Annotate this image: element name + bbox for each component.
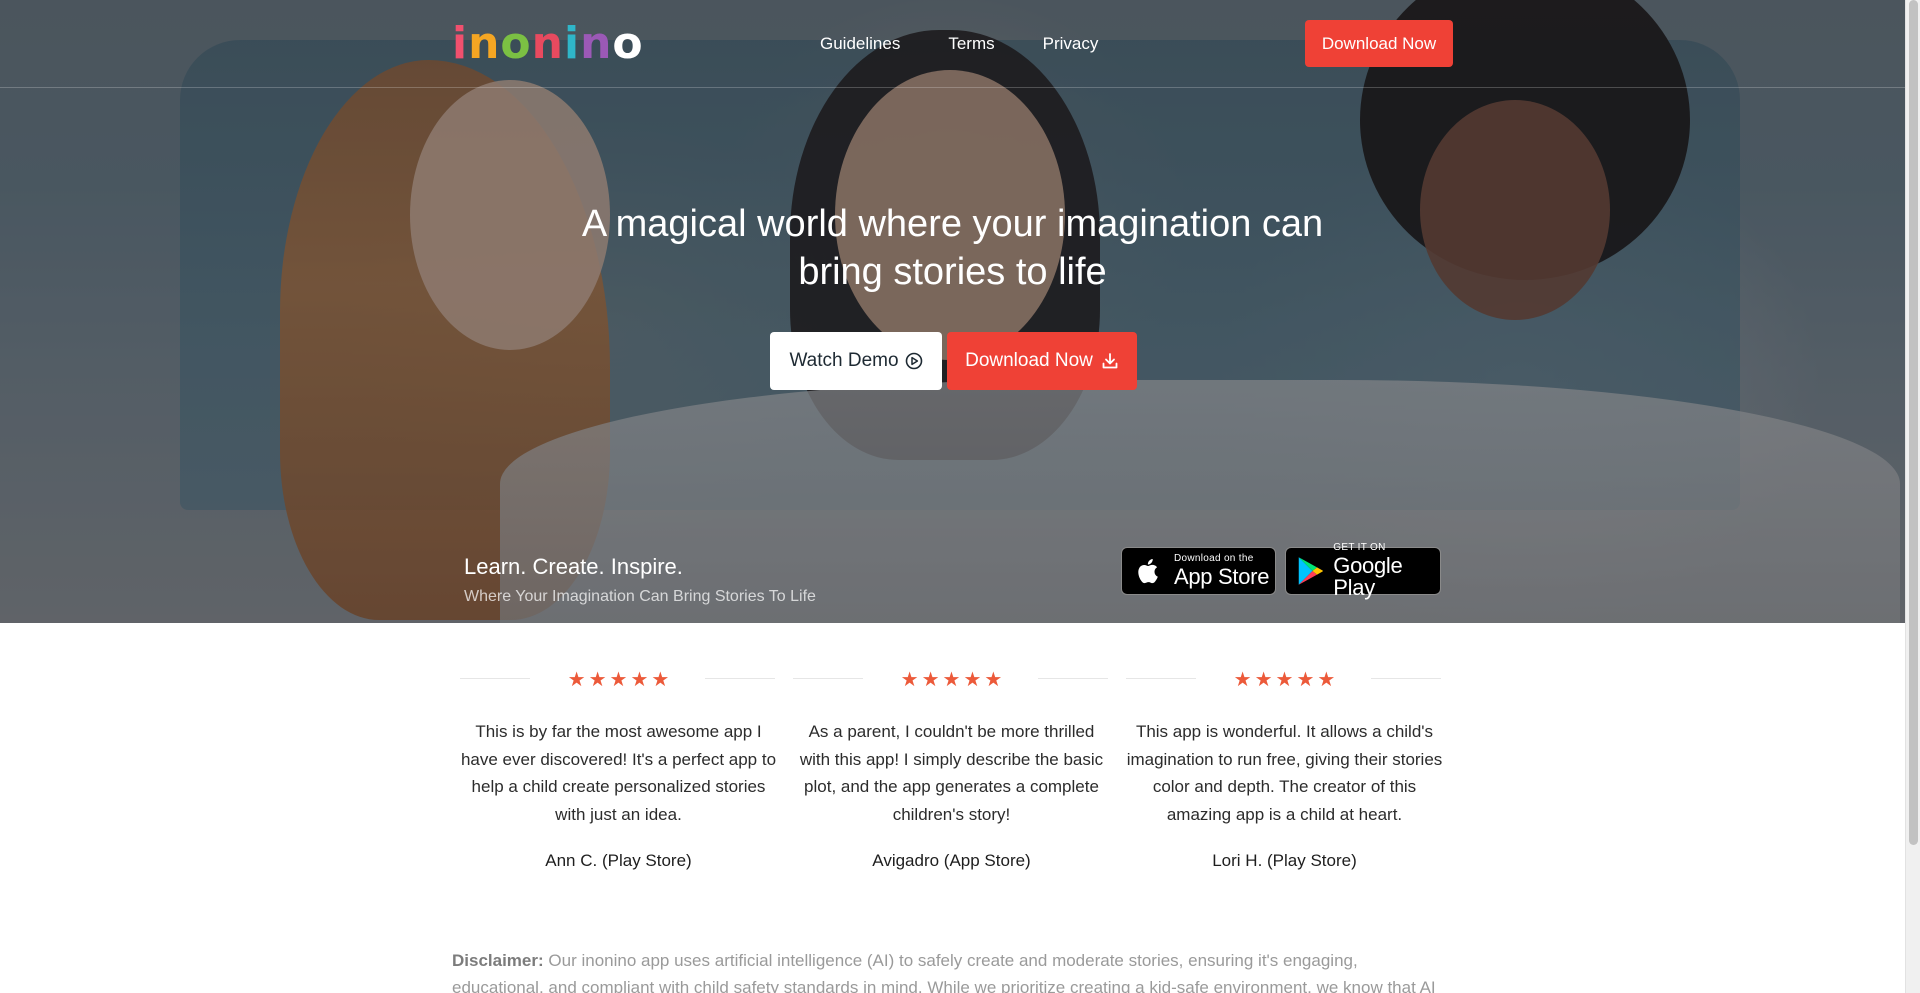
app-store-badge-small: Download on the	[1174, 553, 1254, 564]
logo-letter: i	[452, 18, 469, 69]
logo-letter: o	[500, 18, 532, 69]
disclaimer: Disclaimer: Our inonino app uses artific…	[452, 947, 1452, 993]
download-icon	[1102, 353, 1118, 369]
logo-letter: n	[468, 18, 501, 69]
google-play-badge-big: Google Play	[1333, 553, 1403, 600]
reviews-section: ★ ★ ★ ★ ★ This is by far the most awesome ap…	[452, 623, 1452, 883]
star-icon: ★	[1233, 669, 1252, 691]
play-circle-icon	[905, 352, 922, 370]
star-rating: ★ ★ ★ ★ ★	[452, 665, 785, 695]
nav-links: Guidelines Terms Privacy	[820, 30, 1098, 58]
review-card: ★ ★ ★ ★ ★ As a parent, I couldn't be more th…	[785, 623, 1118, 883]
logo-letter: o	[612, 18, 644, 69]
star-icon: ★	[942, 669, 961, 691]
star-icon: ★	[567, 669, 586, 691]
watch-demo-button[interactable]: Watch Demo	[770, 332, 942, 390]
star-icon: ★	[651, 669, 670, 691]
app-store-badge-text: Download on the App Store	[1174, 554, 1269, 588]
nav-link-terms[interactable]: Terms	[948, 30, 994, 58]
disclaimer-label: Disclaimer:	[452, 951, 544, 970]
hero-download-label: Download Now	[965, 350, 1093, 371]
nav-link-privacy[interactable]: Privacy	[1043, 30, 1099, 58]
review-text: This app is wonderful. It allows a child…	[1126, 722, 1443, 824]
review-author: Avigadro (App Store)	[872, 851, 1031, 870]
star-icon: ★	[609, 669, 628, 691]
review-card: ★ ★ ★ ★ ★ This app is wonderful. It allows a…	[1118, 623, 1451, 883]
star-icon: ★	[1317, 669, 1336, 691]
watch-demo-label: Watch Demo	[789, 350, 899, 371]
nav-link-guidelines[interactable]: Guidelines	[820, 30, 900, 58]
star-icon: ★	[900, 669, 919, 691]
review-text: This is by far the most awesome app I ha…	[460, 722, 777, 824]
hero-download-button[interactable]: Download Now	[947, 332, 1137, 390]
disclaimer-text: Our inonino app uses artificial intellig…	[452, 951, 1436, 993]
star-icon: ★	[1296, 669, 1315, 691]
star-icon: ★	[588, 669, 607, 691]
hero-buttons: Watch Demo Download Now	[770, 332, 1137, 390]
scrollbar-thumb[interactable]	[1909, 0, 1918, 845]
apple-icon	[1138, 559, 1158, 584]
app-store-badge[interactable]: Download on the App Store	[1121, 547, 1276, 595]
review-card: ★ ★ ★ ★ ★ This is by far the most awesome ap…	[452, 623, 785, 883]
review-author: Ann C. (Play Store)	[545, 851, 692, 870]
star-icon: ★	[630, 669, 649, 691]
hero-section: inonino Guidelines Terms Privacy Downloa…	[0, 0, 1905, 623]
google-play-badge[interactable]: GET IT ON Google Play	[1285, 543, 1441, 599]
top-nav: inonino Guidelines Terms Privacy Downloa…	[0, 0, 1905, 88]
logo-letter: n	[531, 18, 564, 69]
hero-tagline: Learn. Create. Inspire.	[464, 554, 683, 579]
google-play-icon	[1298, 557, 1324, 585]
hero-subtagline: Where Your Imagination Can Bring Stories…	[464, 588, 816, 605]
star-icon: ★	[984, 669, 1003, 691]
hero-headline: A magical world where your imagination c…	[581, 203, 1324, 293]
review-text: As a parent, I couldn't be more thrilled…	[799, 722, 1104, 824]
nav-download-button[interactable]: Download Now	[1305, 20, 1453, 67]
star-icon: ★	[1254, 669, 1273, 691]
app-store-badge-big: App Store	[1174, 564, 1270, 589]
google-play-badge-text: GET IT ON Google Play	[1333, 543, 1440, 599]
review-author: Lori H. (Play Store)	[1212, 851, 1357, 870]
page: inonino Guidelines Terms Privacy Downloa…	[0, 0, 1920, 993]
star-icon: ★	[963, 669, 982, 691]
star-rating: ★ ★ ★ ★ ★	[785, 665, 1118, 695]
logo-letter: n	[580, 18, 613, 69]
logo[interactable]: inonino	[452, 20, 644, 68]
hero-overlay	[0, 0, 1905, 623]
logo-letter: i	[563, 18, 581, 69]
star-rating: ★ ★ ★ ★ ★	[1118, 665, 1451, 695]
page-scrollbar[interactable]	[1905, 0, 1920, 993]
star-icon: ★	[1275, 669, 1294, 691]
google-play-badge-small: GET IT ON	[1333, 542, 1386, 553]
star-icon: ★	[921, 669, 940, 691]
